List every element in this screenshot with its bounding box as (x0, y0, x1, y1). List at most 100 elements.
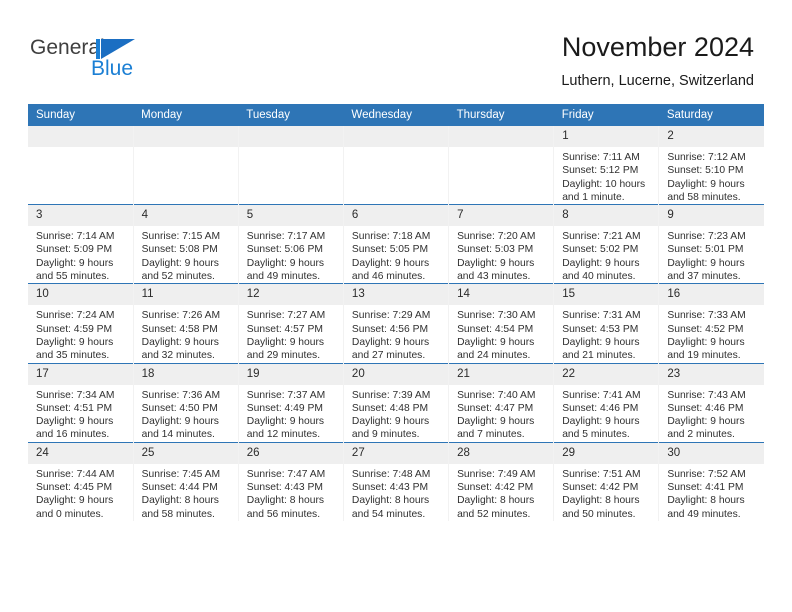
day-number (343, 126, 449, 147)
day-cell[interactable]: 11 Sunrise: 7:26 AM Sunset: 4:58 PM Dayl… (133, 283, 239, 364)
daylight-text-line2: and 54 minutes. (351, 508, 426, 520)
daylight-text-line2: and 49 minutes. (667, 508, 741, 520)
day-details: Sunrise: 7:18 AM Sunset: 5:05 PM Dayligh… (344, 226, 448, 283)
daylight-text-line1: Daylight: 8 hours (457, 495, 535, 507)
day-cell[interactable]: 8 Sunrise: 7:21 AM Sunset: 5:02 PM Dayli… (553, 204, 660, 284)
sunset-text: Sunset: 4:42 PM (457, 482, 534, 494)
day-cell[interactable]: 25 Sunrise: 7:45 AM Sunset: 4:44 PM Dayl… (133, 441, 239, 521)
day-details: Sunrise: 7:26 AM Sunset: 4:58 PM Dayligh… (134, 305, 238, 362)
sunrise-text: Sunrise: 7:51 AM (562, 468, 641, 480)
day-details: Sunrise: 7:31 AM Sunset: 4:53 PM Dayligh… (554, 305, 658, 362)
daylight-text-line1: Daylight: 9 hours (351, 336, 430, 348)
daylight-text-line1: Daylight: 9 hours (562, 416, 640, 428)
day-cell[interactable]: 21 Sunrise: 7:40 AM Sunset: 4:47 PM Dayl… (448, 362, 555, 443)
day-number: 3 (28, 205, 133, 227)
day-cell[interactable]: 30 Sunrise: 7:52 AM Sunset: 4:41 PM Dayl… (658, 441, 764, 521)
daylight-text-line2: and 21 minutes. (562, 350, 636, 362)
daylight-text-line2: and 58 minutes. (141, 508, 215, 520)
day-cell[interactable]: 12 Sunrise: 7:27 AM Sunset: 4:57 PM Dayl… (238, 283, 344, 364)
daylight-text-line1: Daylight: 8 hours (351, 495, 430, 507)
calendar-table: Sunday Monday Tuesday Wednesday Thursday… (28, 104, 764, 521)
day-number (238, 126, 343, 147)
daylight-text-line1: Daylight: 8 hours (667, 495, 745, 507)
day-cell[interactable]: 26 Sunrise: 7:47 AM Sunset: 4:43 PM Dayl… (238, 441, 344, 521)
day-details: Sunrise: 7:52 AM Sunset: 4:41 PM Dayligh… (659, 464, 764, 521)
sunrise-text: Sunrise: 7:48 AM (351, 468, 431, 480)
day-number: 14 (449, 284, 554, 306)
day-cell[interactable]: 2 Sunrise: 7:12 AM Sunset: 5:10 PM Dayli… (658, 126, 764, 205)
day-cell[interactable]: 10 Sunrise: 7:24 AM Sunset: 4:59 PM Dayl… (28, 283, 134, 364)
day-cell[interactable]: 7 Sunrise: 7:20 AM Sunset: 5:03 PM Dayli… (448, 204, 555, 284)
sunrise-text: Sunrise: 7:30 AM (457, 310, 536, 322)
day-cell[interactable]: 22 Sunrise: 7:41 AM Sunset: 4:46 PM Dayl… (553, 362, 660, 443)
day-cell[interactable]: 16 Sunrise: 7:33 AM Sunset: 4:52 PM Dayl… (658, 283, 764, 364)
day-cell[interactable]: 20 Sunrise: 7:39 AM Sunset: 4:48 PM Dayl… (343, 362, 450, 443)
day-cell[interactable]: 19 Sunrise: 7:37 AM Sunset: 4:49 PM Dayl… (238, 362, 344, 443)
day-cell[interactable]: 18 Sunrise: 7:36 AM Sunset: 4:50 PM Dayl… (133, 362, 239, 443)
sunset-text: Sunset: 4:52 PM (667, 323, 744, 335)
day-details: Sunrise: 7:30 AM Sunset: 4:54 PM Dayligh… (449, 305, 553, 362)
day-number: 11 (133, 284, 238, 306)
day-number (28, 126, 133, 147)
day-cell[interactable]: 29 Sunrise: 7:51 AM Sunset: 4:42 PM Dayl… (553, 441, 660, 521)
day-cell[interactable]: 17 Sunrise: 7:34 AM Sunset: 4:51 PM Dayl… (28, 362, 134, 443)
day-number: 1 (554, 126, 659, 147)
sunrise-text: Sunrise: 7:44 AM (36, 468, 115, 480)
day-cell[interactable]: 5 Sunrise: 7:17 AM Sunset: 5:06 PM Dayli… (238, 204, 344, 284)
daylight-text-line2: and 43 minutes. (457, 271, 531, 283)
daylight-text-line2: and 2 minutes. (667, 429, 735, 441)
day-cell[interactable]: 24 Sunrise: 7:44 AM Sunset: 4:45 PM Dayl… (28, 441, 134, 521)
day-details: Sunrise: 7:49 AM Sunset: 4:42 PM Dayligh… (449, 464, 553, 521)
sunrise-text: Sunrise: 7:14 AM (36, 231, 115, 243)
week-row: 24 Sunrise: 7:44 AM Sunset: 4:45 PM Dayl… (28, 441, 764, 521)
daylight-text-line1: Daylight: 8 hours (562, 495, 640, 507)
sunrise-text: Sunrise: 7:15 AM (141, 231, 221, 243)
day-cell-empty (448, 126, 555, 205)
day-number: 27 (343, 442, 449, 464)
weekday-header-wednesday: Wednesday (343, 104, 449, 126)
daylight-text-line2: and 29 minutes. (246, 350, 321, 362)
sunrise-text: Sunrise: 7:17 AM (246, 231, 326, 243)
daylight-text-line1: Daylight: 9 hours (457, 336, 535, 348)
day-cell[interactable]: 13 Sunrise: 7:29 AM Sunset: 4:56 PM Dayl… (343, 283, 450, 364)
day-cell[interactable]: 14 Sunrise: 7:30 AM Sunset: 4:54 PM Dayl… (448, 283, 555, 364)
daylight-text-line1: Daylight: 9 hours (246, 416, 325, 428)
daylight-text-line2: and 24 minutes. (457, 350, 531, 362)
day-cell[interactable]: 1 Sunrise: 7:11 AM Sunset: 5:12 PM Dayli… (553, 126, 660, 205)
sunset-text: Sunset: 4:51 PM (36, 402, 113, 414)
weekday-header-saturday: Saturday (658, 104, 764, 126)
day-cell[interactable]: 28 Sunrise: 7:49 AM Sunset: 4:42 PM Dayl… (448, 441, 555, 521)
day-cell[interactable]: 23 Sunrise: 7:43 AM Sunset: 4:46 PM Dayl… (658, 362, 764, 443)
sunset-text: Sunset: 5:10 PM (667, 165, 744, 177)
sunrise-text: Sunrise: 7:33 AM (667, 310, 746, 322)
sunset-text: Sunset: 4:58 PM (141, 323, 218, 335)
daylight-text-line2: and 35 minutes. (36, 350, 110, 362)
day-cell[interactable]: 27 Sunrise: 7:48 AM Sunset: 4:43 PM Dayl… (343, 441, 450, 521)
day-number: 6 (343, 205, 449, 227)
general-blue-logo[interactable]: General Blue (30, 36, 230, 84)
sunrise-text: Sunrise: 7:41 AM (562, 389, 641, 401)
day-details: Sunrise: 7:21 AM Sunset: 5:02 PM Dayligh… (554, 226, 658, 283)
sunrise-text: Sunrise: 7:43 AM (667, 389, 746, 401)
day-number: 10 (28, 284, 133, 306)
daylight-text-line1: Daylight: 9 hours (667, 336, 745, 348)
sunset-text: Sunset: 4:57 PM (246, 323, 323, 335)
daylight-text-line2: and 55 minutes. (36, 271, 110, 283)
daylight-text-line2: and 46 minutes. (351, 271, 426, 283)
day-cell[interactable]: 9 Sunrise: 7:23 AM Sunset: 5:01 PM Dayli… (658, 204, 764, 284)
sunrise-text: Sunrise: 7:36 AM (141, 389, 221, 401)
day-cell[interactable]: 15 Sunrise: 7:31 AM Sunset: 4:53 PM Dayl… (553, 283, 660, 364)
day-cell[interactable]: 6 Sunrise: 7:18 AM Sunset: 5:05 PM Dayli… (343, 204, 450, 284)
daylight-text-line2: and 9 minutes. (351, 429, 420, 441)
daylight-text-line1: Daylight: 9 hours (246, 257, 325, 269)
day-cell-empty (133, 126, 239, 205)
sunrise-text: Sunrise: 7:23 AM (667, 231, 746, 243)
week-row: 1 Sunrise: 7:11 AM Sunset: 5:12 PM Dayli… (28, 126, 764, 205)
day-details: Sunrise: 7:40 AM Sunset: 4:47 PM Dayligh… (449, 385, 553, 442)
day-number: 18 (133, 363, 238, 385)
day-details: Sunrise: 7:37 AM Sunset: 4:49 PM Dayligh… (239, 385, 343, 442)
sunset-text: Sunset: 5:05 PM (351, 244, 429, 256)
day-cell[interactable]: 3 Sunrise: 7:14 AM Sunset: 5:09 PM Dayli… (28, 204, 134, 284)
day-cell[interactable]: 4 Sunrise: 7:15 AM Sunset: 5:08 PM Dayli… (133, 204, 239, 284)
daylight-text-line2: and 49 minutes. (246, 271, 321, 283)
